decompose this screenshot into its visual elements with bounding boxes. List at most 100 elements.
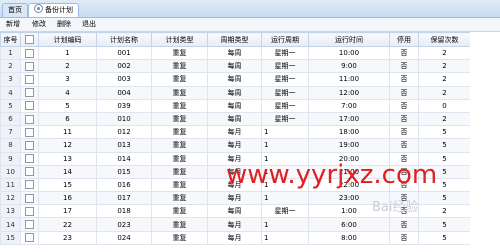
cell-checkbox[interactable] [20,85,39,100]
cell-code: 22 [38,217,97,232]
col-name[interactable]: 计划名称 [96,32,152,47]
cell-checkbox[interactable] [20,138,39,153]
row-checkbox[interactable] [25,127,34,137]
cell-code: 17 [38,204,97,219]
cell-code: 16 [38,191,97,206]
row-checkbox[interactable] [25,206,34,216]
table-row[interactable]: 5 5 039 重复 每周 星期一 7:00 否 0 [0,98,471,113]
cell-rownum: 3 [0,72,21,87]
cell-keep: 5 [418,125,471,140]
col-code[interactable]: 计划编码 [38,32,97,47]
row-checkbox[interactable] [25,114,34,124]
cell-checkbox[interactable] [20,125,39,140]
cell-name: 023 [96,217,152,232]
row-checkbox[interactable] [25,167,34,177]
cell-checkbox[interactable] [20,204,39,219]
table-row[interactable]: 8 12 013 重复 每月 1 19:00 否 5 [0,138,471,153]
table-row[interactable]: 15 23 024 重复 每月 1 8:00 否 5 [0,230,471,245]
cell-checkbox[interactable] [20,230,39,245]
edit-button[interactable]: 修改 [32,19,46,30]
cell-type: 重复 [151,59,208,74]
cell-time: 11:00 [308,72,390,87]
cell-code: 3 [38,72,97,87]
cell-checkbox[interactable] [20,191,39,206]
col-type[interactable]: 计划类型 [151,32,208,47]
row-checkbox[interactable] [25,220,34,230]
cell-name: 002 [96,59,152,74]
cell-rownum: 13 [0,204,21,219]
row-checkbox[interactable] [25,88,34,98]
table-row[interactable]: 3 3 003 重复 每周 星期一 11:00 否 2 [0,72,471,87]
cell-checkbox[interactable] [20,164,39,179]
add-button[interactable]: 新增 [6,19,20,30]
row-checkbox[interactable] [25,140,34,150]
delete-button[interactable]: 删除 [57,19,71,30]
tab-backup-plan[interactable]: 备份计划 [28,3,79,17]
col-keep[interactable]: 保留次数 [418,32,471,47]
cell-disabled: 否 [389,72,419,87]
tab-home[interactable]: 首页 [2,3,28,17]
cell-type: 重复 [151,177,208,193]
row-checkbox[interactable] [25,101,34,111]
cell-time: 18:00 [308,125,390,140]
cell-rownum: 15 [0,230,21,245]
cell-checkbox[interactable] [20,59,39,74]
cell-checkbox[interactable] [20,72,39,87]
cell-checkbox[interactable] [20,45,39,61]
cell-type: 重复 [151,98,208,113]
cell-cycle-type: 每月 [207,191,262,206]
cell-name: 024 [96,230,152,245]
cell-checkbox[interactable] [20,217,39,232]
cell-disabled: 否 [389,217,419,232]
exit-button[interactable]: 退出 [82,19,96,30]
row-checkbox[interactable] [25,61,34,71]
cell-cycle-type: 每周 [207,45,262,61]
table-row[interactable]: 6 6 010 重复 每周 星期一 17:00 否 2 [0,111,471,127]
cell-rownum: 7 [0,125,21,140]
cell-code: 2 [38,59,97,74]
table-row[interactable]: 4 4 004 重复 每周 星期一 12:00 否 2 [0,85,471,100]
tab-home-label: 首页 [8,6,22,14]
cell-disabled: 否 [389,138,419,153]
clock-icon [34,4,43,13]
cell-code: 5 [38,98,97,113]
cell-cycle: 星期一 [261,45,309,61]
table-row[interactable]: 14 22 023 重复 每月 1 6:00 否 5 [0,217,471,232]
cell-cycle-type: 每周 [207,85,262,100]
cell-type: 重复 [151,138,208,153]
col-cycle-type[interactable]: 周期类型 [207,32,262,47]
row-checkbox[interactable] [25,74,34,84]
cell-keep: 5 [418,230,471,245]
cell-code: 12 [38,138,97,153]
cell-rownum: 6 [0,111,21,127]
col-cycle[interactable]: 运行周期 [261,32,309,47]
row-checkbox[interactable] [25,193,34,203]
table-row[interactable]: 7 11 012 重复 每月 1 18:00 否 5 [0,125,471,140]
cell-disabled: 否 [389,59,419,74]
table-row[interactable]: 2 2 002 重复 每周 星期一 9:00 否 2 [0,59,471,74]
row-checkbox[interactable] [25,48,34,58]
col-time[interactable]: 运行时间 [308,32,390,47]
col-disabled[interactable]: 停用 [389,32,419,47]
row-checkbox[interactable] [25,180,34,190]
cell-code: 11 [38,125,97,140]
cell-keep: 2 [418,45,471,61]
cell-name: 001 [96,45,152,61]
cell-name: 003 [96,72,152,87]
cell-cycle: 星期一 [261,59,309,74]
cell-keep: 2 [418,59,471,74]
table-row[interactable]: 1 1 001 重复 每周 星期一 10:00 否 2 [0,45,471,61]
row-checkbox[interactable] [25,233,34,243]
cell-rownum: 14 [0,217,21,232]
cell-cycle: 1 [261,191,309,206]
cell-checkbox[interactable] [20,111,39,127]
cell-checkbox[interactable] [20,151,39,166]
row-checkbox[interactable] [25,154,34,164]
col-select-all[interactable] [20,32,39,47]
cell-type: 重复 [151,125,208,140]
cell-checkbox[interactable] [20,98,39,113]
cell-time: 10:00 [308,45,390,61]
cell-type: 重复 [151,204,208,219]
cell-checkbox[interactable] [20,177,39,193]
select-all-checkbox[interactable] [25,35,34,44]
